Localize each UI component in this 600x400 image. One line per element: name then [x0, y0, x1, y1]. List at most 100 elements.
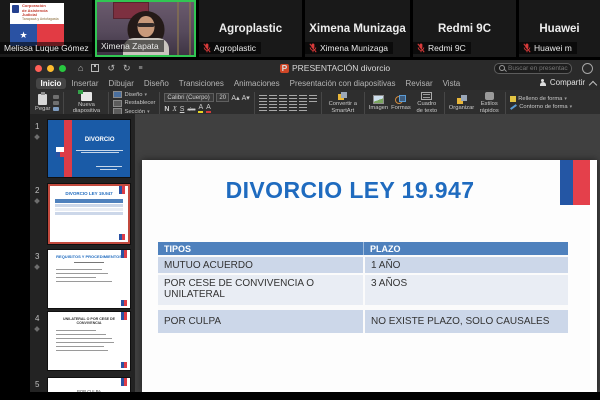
workspace: 1 DIVORCIO 2 DIVORCIO LEY 19.947 3 REQUI…: [30, 114, 600, 392]
font-size-box[interactable]: 20: [216, 93, 230, 103]
table-cell[interactable]: 3 AÑOS: [363, 275, 568, 305]
document-title: P PRESENTACIÓN divorcio: [280, 63, 391, 73]
tab-animaciones[interactable]: Animaciones: [229, 78, 284, 89]
insert-image-button[interactable]: Imagen: [369, 94, 388, 111]
tab-insertar[interactable]: Insertar: [67, 78, 103, 89]
tab-transiciones[interactable]: Transiciones: [174, 78, 228, 89]
powerpoint-window: ⌂ ↺ ↻ ≡ P PRESENTACIÓN divorcio Inicio I…: [30, 60, 600, 392]
slide-table[interactable]: TIPOS PLAZO MUTUO ACUERDO 1 AÑO POR CESE…: [158, 242, 568, 333]
table-header-cell[interactable]: PLAZO: [363, 242, 568, 255]
slide-number: 4: [35, 314, 40, 323]
undo-icon[interactable]: ↺: [107, 63, 115, 73]
participant-name-label: Redmi 9C: [413, 42, 471, 54]
table-cell[interactable]: 1 AÑO: [363, 257, 568, 273]
layout-button[interactable]: Diseño ▾: [113, 91, 155, 98]
justify-icon[interactable]: [288, 104, 297, 111]
font-name-box[interactable]: Calibri (Cuerpo): [164, 93, 215, 103]
slide-thumbnail-2-selected[interactable]: DIVORCIO LEY 19.947: [48, 184, 130, 244]
align-left-icon[interactable]: [258, 104, 267, 111]
arrange-button[interactable]: Organizar: [449, 94, 474, 111]
textbox-icon: [421, 92, 433, 101]
fullscreen-button[interactable]: [59, 64, 66, 72]
participant-tile-melissa[interactable]: Corporación de Asistencia Judicial Tarap…: [0, 0, 92, 57]
search-box[interactable]: [494, 62, 572, 74]
decrease-indent-icon[interactable]: [278, 95, 287, 102]
table-cell[interactable]: NO EXISTE PLAZO, SOLO CAUSALES: [363, 310, 568, 333]
tab-presentacion[interactable]: Presentación con diapositivas: [285, 78, 400, 89]
strikethrough-button[interactable]: abc: [187, 107, 195, 113]
tab-vista[interactable]: Vista: [438, 78, 465, 89]
bold-button[interactable]: N: [164, 106, 169, 113]
slide-number: 1: [35, 122, 40, 131]
highlight-color-button[interactable]: A: [198, 104, 204, 113]
cut-icon[interactable]: [53, 94, 60, 100]
slide-thumbnail-3[interactable]: REQUISITOS Y PROCEDIMIENTOS: [48, 250, 130, 308]
tab-diseno[interactable]: Diseño: [139, 78, 173, 89]
participant-tile-huawei[interactable]: Huawei Huawei m: [519, 0, 600, 57]
text-direction-icon[interactable]: [308, 95, 317, 102]
collapse-ribbon-icon[interactable]: [588, 80, 598, 90]
format-painter-icon[interactable]: [53, 106, 60, 112]
slide-title[interactable]: DIVORCIO LEY 19.947: [142, 177, 558, 204]
reset-icon: [113, 99, 123, 107]
line-spacing-icon[interactable]: [298, 95, 307, 102]
new-slide-icon: [77, 90, 92, 101]
italic-button[interactable]: X: [172, 105, 176, 113]
close-button[interactable]: [35, 64, 42, 72]
account-icon[interactable]: [582, 63, 593, 74]
redo-icon[interactable]: ↻: [123, 63, 131, 73]
increase-indent-icon[interactable]: [288, 95, 297, 102]
insert-shapes-button[interactable]: Formas: [391, 94, 411, 111]
participant-tile-agroplastic[interactable]: Agroplastic Agroplastic: [199, 0, 302, 57]
insert-textbox-button[interactable]: Cuadro de texto: [414, 92, 440, 114]
paste-button[interactable]: Pegar: [35, 92, 50, 112]
shrink-font-icon[interactable]: A▾: [242, 94, 250, 102]
convert-smartart-button[interactable]: Convertir a SmartArt: [326, 92, 360, 114]
dropdown-arrow-icon: ▾: [144, 91, 148, 98]
shape-fill-button[interactable]: Relleno de forma ▾: [510, 96, 572, 103]
share-button[interactable]: Compartir: [539, 78, 585, 87]
slide-editor-canvas[interactable]: DIVORCIO LEY 19.947 TIPOS PLAZO MUTUO AC…: [135, 114, 600, 392]
tab-dibujar[interactable]: Dibujar: [104, 78, 138, 89]
bullets-icon[interactable]: [258, 95, 267, 102]
participant-tile-redmi[interactable]: Redmi 9C Redmi 9C: [413, 0, 516, 57]
transition-indicator-icon: [34, 134, 41, 140]
shape-outline-button[interactable]: Contorno de forma ▾: [510, 104, 572, 110]
numbering-icon[interactable]: [268, 95, 277, 102]
caj-logo: Corporación de Asistencia Judicial Tarap…: [10, 3, 64, 46]
tab-inicio[interactable]: Inicio: [36, 77, 66, 89]
minimize-button[interactable]: [47, 64, 54, 72]
table-cell[interactable]: MUTUO ACUERDO: [158, 260, 363, 271]
thumbnail-table: [55, 199, 123, 215]
columns-icon[interactable]: [298, 104, 307, 111]
layout-icon: [113, 91, 123, 98]
current-slide[interactable]: DIVORCIO LEY 19.947 TIPOS PLAZO MUTUO AC…: [142, 160, 597, 392]
grow-font-icon[interactable]: A▴: [231, 94, 239, 102]
slide-thumbnail-4[interactable]: UNILATERAL O POR CESE DE CONVIVENCIA: [48, 312, 130, 370]
slide-thumbnail-1[interactable]: DIVORCIO: [48, 120, 130, 177]
table-cell[interactable]: POR CULPA: [158, 316, 363, 327]
slide-thumbnail-5[interactable]: POR CULPA: [48, 378, 130, 392]
participant-display-name: Redmi 9C: [437, 22, 492, 35]
align-center-icon[interactable]: [268, 104, 277, 111]
search-input[interactable]: [508, 64, 568, 72]
home-icon[interactable]: ⌂: [78, 63, 83, 73]
new-slide-button[interactable]: Nueva diapositiva: [68, 90, 104, 114]
table-header-cell[interactable]: TIPOS: [158, 244, 363, 254]
table-cell[interactable]: POR CESE DE CONVIVENCIA O UNILATERAL: [158, 275, 363, 300]
participant-name-label: Melissa Luque Gómez: [0, 42, 92, 54]
copy-icon[interactable]: [53, 100, 60, 106]
quick-styles-button[interactable]: Estilos rápidos: [477, 92, 501, 114]
align-right-icon[interactable]: [278, 104, 287, 111]
participant-tile-ximena-munizaga[interactable]: Ximena Munizaga Ximena Munizaga: [305, 0, 410, 57]
participant-tile-ximena-zapata[interactable]: Ximena Zapata: [95, 0, 196, 57]
transition-indicator-icon: [34, 264, 41, 270]
quick-access-menu-icon[interactable]: ≡: [139, 65, 143, 72]
table-row: POR CULPA NO EXISTE PLAZO, SOLO CAUSALES: [158, 305, 568, 333]
ribbon-tab-bar: Inicio Insertar Dibujar Diseño Transicio…: [30, 76, 600, 90]
tab-revisar[interactable]: Revisar: [401, 78, 437, 89]
font-color-button[interactable]: A: [206, 104, 211, 113]
save-icon[interactable]: [91, 64, 100, 72]
underline-button[interactable]: S: [180, 106, 185, 113]
reset-button[interactable]: Restablecer: [113, 99, 155, 107]
